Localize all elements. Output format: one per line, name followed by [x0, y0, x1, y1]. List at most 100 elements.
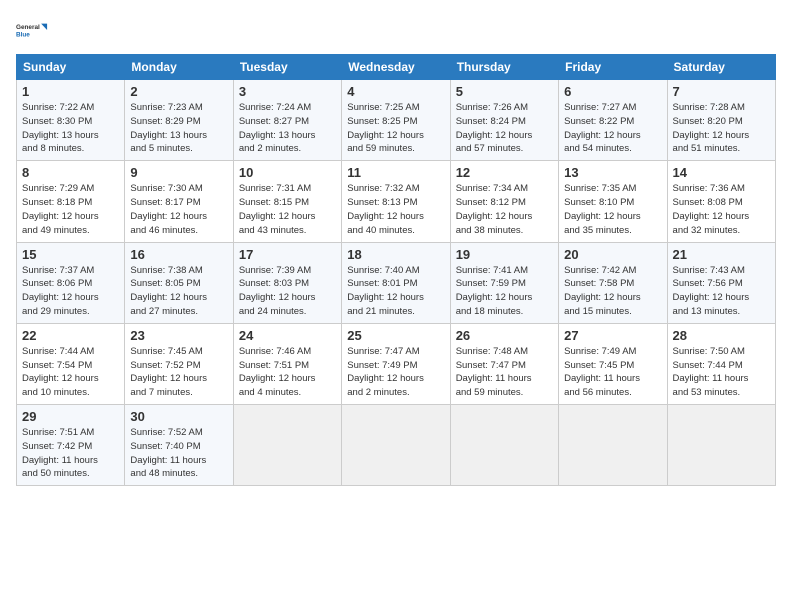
day-number: 1 — [22, 84, 119, 99]
day-detail: Sunrise: 7:40 AM Sunset: 8:01 PM Dayligh… — [347, 265, 424, 317]
day-detail: Sunrise: 7:49 AM Sunset: 7:45 PM Dayligh… — [564, 346, 640, 398]
week-row-1: 1 Sunrise: 7:22 AM Sunset: 8:30 PM Daylig… — [17, 80, 776, 161]
day-number: 16 — [130, 247, 227, 262]
day-number: 9 — [130, 165, 227, 180]
day-number: 2 — [130, 84, 227, 99]
day-number: 23 — [130, 328, 227, 343]
day-number: 11 — [347, 165, 444, 180]
day-cell: 6 Sunrise: 7:27 AM Sunset: 8:22 PM Daylig… — [559, 80, 667, 161]
day-cell — [233, 405, 341, 486]
svg-text:General: General — [16, 24, 40, 31]
col-header-monday: Monday — [125, 55, 233, 80]
day-cell: 10 Sunrise: 7:31 AM Sunset: 8:15 PM Dayli… — [233, 161, 341, 242]
day-number: 7 — [673, 84, 770, 99]
day-number: 13 — [564, 165, 661, 180]
col-header-sunday: Sunday — [17, 55, 125, 80]
day-cell: 15Sunrise: 7:37 AM Sunset: 8:06 PM Dayli… — [17, 242, 125, 323]
day-cell: 27 Sunrise: 7:49 AM Sunset: 7:45 PM Dayli… — [559, 323, 667, 404]
day-detail: Sunrise: 7:37 AM Sunset: 8:06 PM Dayligh… — [22, 265, 99, 317]
col-header-thursday: Thursday — [450, 55, 558, 80]
day-number: 8 — [22, 165, 119, 180]
day-number: 3 — [239, 84, 336, 99]
header-row-days: SundayMondayTuesdayWednesdayThursdayFrid… — [17, 55, 776, 80]
day-cell: 16 Sunrise: 7:38 AM Sunset: 8:05 PM Dayli… — [125, 242, 233, 323]
day-cell: 3 Sunrise: 7:24 AM Sunset: 8:27 PM Daylig… — [233, 80, 341, 161]
day-detail: Sunrise: 7:27 AM Sunset: 8:22 PM Dayligh… — [564, 102, 641, 154]
day-number: 20 — [564, 247, 661, 262]
day-detail: Sunrise: 7:29 AM Sunset: 8:18 PM Dayligh… — [22, 183, 99, 235]
day-cell: 28 Sunrise: 7:50 AM Sunset: 7:44 PM Dayli… — [667, 323, 775, 404]
day-detail: Sunrise: 7:32 AM Sunset: 8:13 PM Dayligh… — [347, 183, 424, 235]
day-cell: 1 Sunrise: 7:22 AM Sunset: 8:30 PM Daylig… — [17, 80, 125, 161]
day-detail: Sunrise: 7:43 AM Sunset: 7:56 PM Dayligh… — [673, 265, 750, 317]
day-cell — [342, 405, 450, 486]
col-header-wednesday: Wednesday — [342, 55, 450, 80]
day-detail: Sunrise: 7:44 AM Sunset: 7:54 PM Dayligh… — [22, 346, 99, 398]
header-row: GeneralBlue — [16, 14, 776, 46]
day-cell: 12 Sunrise: 7:34 AM Sunset: 8:12 PM Dayli… — [450, 161, 558, 242]
col-header-friday: Friday — [559, 55, 667, 80]
day-detail: Sunrise: 7:22 AM Sunset: 8:30 PM Dayligh… — [22, 102, 99, 154]
day-number: 25 — [347, 328, 444, 343]
day-cell: 30Sunrise: 7:52 AM Sunset: 7:40 PM Dayli… — [125, 405, 233, 486]
day-number: 18 — [347, 247, 444, 262]
day-number: 12 — [456, 165, 553, 180]
day-detail: Sunrise: 7:52 AM Sunset: 7:40 PM Dayligh… — [130, 427, 206, 479]
day-detail: Sunrise: 7:48 AM Sunset: 7:47 PM Dayligh… — [456, 346, 532, 398]
page-container: GeneralBlue SundayMondayTuesdayWednesday… — [0, 0, 792, 496]
day-detail: Sunrise: 7:45 AM Sunset: 7:52 PM Dayligh… — [130, 346, 207, 398]
day-number: 5 — [456, 84, 553, 99]
day-cell: 22Sunrise: 7:44 AM Sunset: 7:54 PM Dayli… — [17, 323, 125, 404]
day-number: 26 — [456, 328, 553, 343]
day-number: 10 — [239, 165, 336, 180]
svg-text:Blue: Blue — [16, 31, 30, 38]
day-detail: Sunrise: 7:35 AM Sunset: 8:10 PM Dayligh… — [564, 183, 641, 235]
day-cell — [559, 405, 667, 486]
day-cell — [667, 405, 775, 486]
day-number: 28 — [673, 328, 770, 343]
day-cell: 14 Sunrise: 7:36 AM Sunset: 8:08 PM Dayli… — [667, 161, 775, 242]
day-detail: Sunrise: 7:47 AM Sunset: 7:49 PM Dayligh… — [347, 346, 424, 398]
day-number: 29 — [22, 409, 119, 424]
day-number: 27 — [564, 328, 661, 343]
day-detail: Sunrise: 7:31 AM Sunset: 8:15 PM Dayligh… — [239, 183, 316, 235]
day-cell: 17Sunrise: 7:39 AM Sunset: 8:03 PM Dayli… — [233, 242, 341, 323]
day-number: 17 — [239, 247, 336, 262]
day-detail: Sunrise: 7:46 AM Sunset: 7:51 PM Dayligh… — [239, 346, 316, 398]
day-cell: 4Sunrise: 7:25 AM Sunset: 8:25 PM Daylig… — [342, 80, 450, 161]
day-cell: 20 Sunrise: 7:42 AM Sunset: 7:58 PM Dayli… — [559, 242, 667, 323]
day-detail: Sunrise: 7:28 AM Sunset: 8:20 PM Dayligh… — [673, 102, 750, 154]
day-detail: Sunrise: 7:34 AM Sunset: 8:12 PM Dayligh… — [456, 183, 533, 235]
day-cell: 23 Sunrise: 7:45 AM Sunset: 7:52 PM Dayli… — [125, 323, 233, 404]
day-cell: 5 Sunrise: 7:26 AM Sunset: 8:24 PM Daylig… — [450, 80, 558, 161]
week-row-3: 15Sunrise: 7:37 AM Sunset: 8:06 PM Dayli… — [17, 242, 776, 323]
day-cell: 19 Sunrise: 7:41 AM Sunset: 7:59 PM Dayli… — [450, 242, 558, 323]
day-cell: 26 Sunrise: 7:48 AM Sunset: 7:47 PM Dayli… — [450, 323, 558, 404]
week-row-5: 29 Sunrise: 7:51 AM Sunset: 7:42 PM Dayli… — [17, 405, 776, 486]
day-cell: 8 Sunrise: 7:29 AM Sunset: 8:18 PM Daylig… — [17, 161, 125, 242]
week-row-2: 8 Sunrise: 7:29 AM Sunset: 8:18 PM Daylig… — [17, 161, 776, 242]
day-cell: 11 Sunrise: 7:32 AM Sunset: 8:13 PM Dayli… — [342, 161, 450, 242]
day-number: 4 — [347, 84, 444, 99]
day-detail: Sunrise: 7:24 AM Sunset: 8:27 PM Dayligh… — [239, 102, 316, 154]
day-cell: 7 Sunrise: 7:28 AM Sunset: 8:20 PM Daylig… — [667, 80, 775, 161]
day-cell: 2Sunrise: 7:23 AM Sunset: 8:29 PM Daylig… — [125, 80, 233, 161]
day-cell: 25 Sunrise: 7:47 AM Sunset: 7:49 PM Dayli… — [342, 323, 450, 404]
day-detail: Sunrise: 7:42 AM Sunset: 7:58 PM Dayligh… — [564, 265, 641, 317]
day-cell: 18 Sunrise: 7:40 AM Sunset: 8:01 PM Dayli… — [342, 242, 450, 323]
day-detail: Sunrise: 7:26 AM Sunset: 8:24 PM Dayligh… — [456, 102, 533, 154]
day-cell: 13 Sunrise: 7:35 AM Sunset: 8:10 PM Dayli… — [559, 161, 667, 242]
day-detail: Sunrise: 7:50 AM Sunset: 7:44 PM Dayligh… — [673, 346, 749, 398]
day-cell — [450, 405, 558, 486]
day-number: 24 — [239, 328, 336, 343]
day-cell: 9Sunrise: 7:30 AM Sunset: 8:17 PM Daylig… — [125, 161, 233, 242]
day-detail: Sunrise: 7:38 AM Sunset: 8:05 PM Dayligh… — [130, 265, 207, 317]
day-detail: Sunrise: 7:41 AM Sunset: 7:59 PM Dayligh… — [456, 265, 533, 317]
day-detail: Sunrise: 7:51 AM Sunset: 7:42 PM Dayligh… — [22, 427, 98, 479]
day-number: 19 — [456, 247, 553, 262]
day-number: 6 — [564, 84, 661, 99]
col-header-saturday: Saturday — [667, 55, 775, 80]
day-detail: Sunrise: 7:36 AM Sunset: 8:08 PM Dayligh… — [673, 183, 750, 235]
day-number: 14 — [673, 165, 770, 180]
week-row-4: 22Sunrise: 7:44 AM Sunset: 7:54 PM Dayli… — [17, 323, 776, 404]
